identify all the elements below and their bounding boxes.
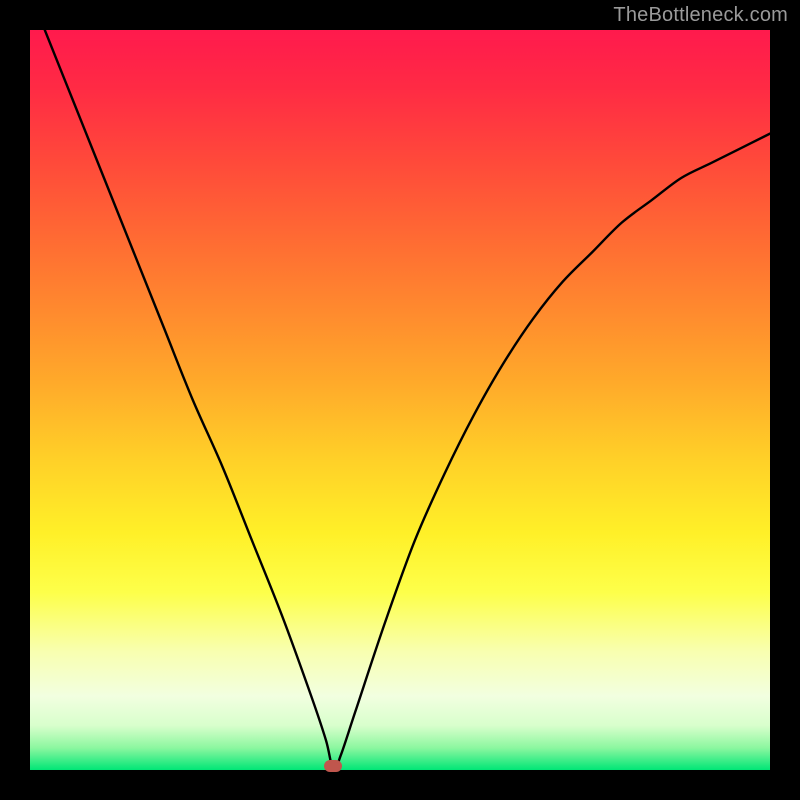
- chart-frame: TheBottleneck.com: [0, 0, 800, 800]
- plot-area: [30, 30, 770, 770]
- bottleneck-curve-path: [45, 30, 770, 770]
- watermark-text: TheBottleneck.com: [613, 4, 788, 27]
- curve-svg: [30, 30, 770, 770]
- minimum-marker: [324, 760, 342, 772]
